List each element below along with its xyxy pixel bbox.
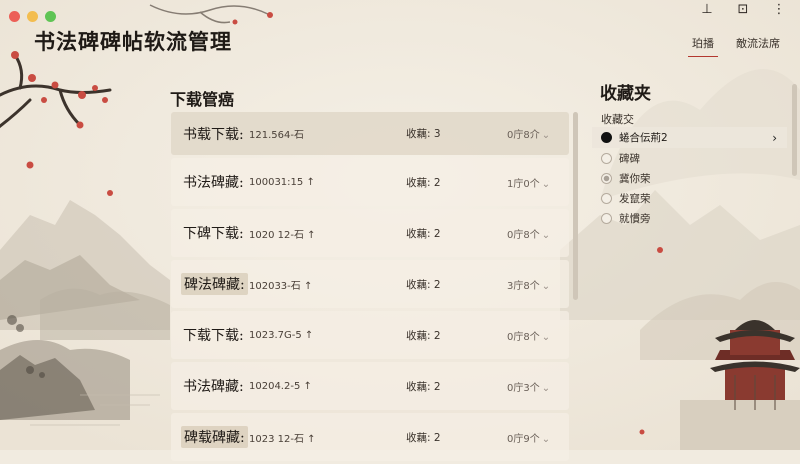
chevron-down-icon[interactable]: ⌄	[542, 130, 550, 141]
maximize-window-button[interactable]	[45, 11, 56, 22]
download-size: 10204.2-5 ↑	[249, 380, 312, 392]
download-row[interactable]: 碑法碑藏: 102033-石 ↑ 收藕: 2 3庁8个 ⌄	[171, 260, 569, 308]
radio-icon[interactable]	[601, 152, 612, 164]
favorite-label: 就慣旁	[619, 212, 651, 225]
download-row[interactable]: 碑载碑藏: 1023 12-石 ↑ 收藕: 2 0庁9个 ⌄	[171, 413, 569, 461]
download-list-scrollbar[interactable]	[573, 112, 578, 300]
chevron-down-icon[interactable]: ⌄	[542, 230, 550, 241]
favorite-item[interactable]: 发竄荣	[592, 188, 787, 208]
download-count: 收藕: 2	[406, 431, 441, 444]
download-count: 收藕: 2	[406, 278, 441, 291]
window-controls	[9, 11, 56, 22]
download-name: 下碑下载:	[183, 226, 244, 242]
download-name: 书法碑藏:	[183, 379, 244, 395]
download-size: 121.564-石	[249, 130, 304, 141]
chevron-right-icon[interactable]: ›	[772, 131, 777, 145]
download-list: 书载下载: 121.564-石 收藕: 3 0庁8介 ⌄ 书法碑藏: 100031…	[171, 112, 569, 464]
download-name: 碑法碑藏:	[181, 273, 248, 295]
chevron-down-icon[interactable]: ⌄	[542, 383, 550, 394]
radio-icon[interactable]	[601, 192, 612, 204]
favorites-list: 蜷合伝荊2 › 碑碑 冀你荣 发竄荣 就慣旁	[592, 127, 787, 228]
favorite-label: 发竄荣	[619, 192, 651, 205]
minimize-window-button[interactable]	[27, 11, 38, 22]
download-name: 书法碑藏:	[183, 175, 244, 191]
download-progress[interactable]: 0庁8个 ⌄	[507, 226, 550, 241]
chat-icon[interactable]: ⊡	[736, 2, 750, 17]
download-row[interactable]: 下碑下载: 1020 12-石 ↑ 收藕: 2 0庁8个 ⌄	[171, 209, 569, 257]
favorite-item[interactable]: 就慣旁	[592, 208, 787, 228]
download-progress[interactable]: 3庁8个 ⌄	[507, 277, 550, 292]
favorites-section-title: 收藏夹	[600, 84, 651, 104]
chevron-down-icon[interactable]: ⌄	[542, 434, 550, 445]
favorite-item[interactable]: 蜷合伝荊2 ›	[592, 127, 787, 148]
download-size: 100031:15 ↑	[249, 176, 315, 188]
radio-selected-icon[interactable]	[601, 132, 612, 143]
download-count: 收藕: 3	[406, 128, 441, 140]
favorite-label: 碑碑	[619, 152, 640, 165]
chevron-down-icon[interactable]: ⌄	[542, 179, 550, 190]
ellipsis-icon[interactable]: ⋮	[772, 2, 786, 17]
favorites-subtitle: 收藏交	[601, 113, 634, 126]
radio-partial-icon[interactable]	[601, 172, 612, 184]
favorite-label: 蜷合伝荊2	[619, 132, 668, 144]
tab-primary[interactable]: 珀播	[688, 33, 718, 57]
download-row[interactable]: 下载下载: 1023.7G-5 ↑ 收藕: 2 0庁8个 ⌄	[171, 311, 569, 359]
download-row[interactable]: 书载下载: 121.564-石 收藕: 3 0庁8介 ⌄	[171, 112, 569, 155]
download-size: 1023.7G-5 ↑	[249, 329, 314, 341]
radio-icon[interactable]	[601, 212, 612, 224]
download-name: 碑载碑藏:	[181, 426, 248, 448]
header-tabs: 珀播 敵流法席	[688, 33, 784, 57]
download-count: 收藕: 2	[406, 227, 441, 240]
pin-icon[interactable]: ⊥	[700, 2, 714, 17]
download-row[interactable]: 书法碑藏: 100031:15 ↑ 收藕: 2 1庁0个 ⌄	[171, 158, 569, 206]
download-size: 1020 12-石 ↑	[249, 229, 316, 241]
download-progress[interactable]: 0庁9个 ⌄	[507, 430, 550, 445]
downloads-section-title: 下载管癌	[170, 90, 235, 109]
download-progress[interactable]: 0庁8个 ⌄	[507, 328, 550, 343]
chevron-down-icon[interactable]: ⌄	[542, 332, 550, 343]
favorite-label: 冀你荣	[619, 172, 651, 185]
download-progress[interactable]: 0庁8介 ⌄	[507, 126, 550, 141]
download-size: 1023 12-石 ↑	[249, 433, 316, 445]
download-size: 102033-石 ↑	[249, 280, 313, 292]
app-title: 书法碑碑帖软流管理	[34, 29, 232, 54]
download-progress[interactable]: 0庁3个 ⌄	[507, 379, 550, 394]
download-progress[interactable]: 1庁0个 ⌄	[507, 175, 550, 190]
download-name: 下载下载:	[183, 328, 244, 344]
favorite-item[interactable]: 碑碑	[592, 148, 787, 168]
tab-secondary[interactable]: 敵流法席	[732, 33, 784, 57]
download-name: 书载下载:	[183, 126, 244, 143]
window-scrollbar[interactable]	[792, 84, 797, 176]
close-window-button[interactable]	[9, 11, 20, 22]
download-count: 收藕: 2	[406, 176, 441, 189]
top-icon-bar: ⊥ ⊡ ⋮	[700, 2, 786, 17]
chevron-down-icon[interactable]: ⌄	[542, 281, 550, 292]
favorite-item[interactable]: 冀你荣	[592, 168, 787, 188]
download-count: 收藕: 2	[406, 329, 441, 342]
download-row[interactable]: 书法碑藏: 10204.2-5 ↑ 收藕: 2 0庁3个 ⌄	[171, 362, 569, 410]
download-count: 收藕: 2	[406, 380, 441, 393]
